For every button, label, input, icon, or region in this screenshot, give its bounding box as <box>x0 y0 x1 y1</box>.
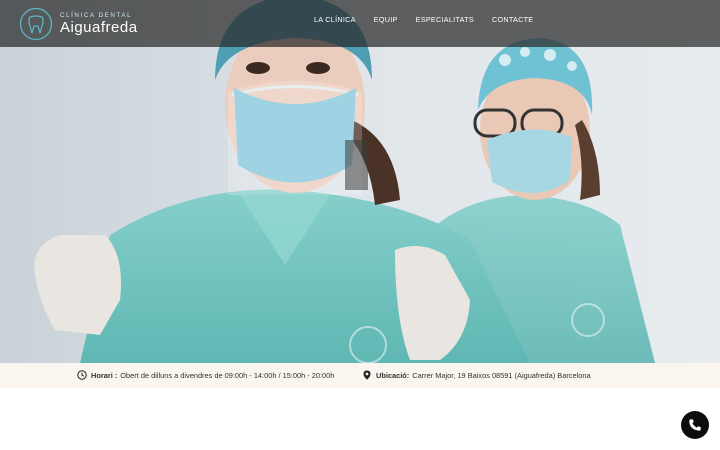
main-nav: LA CLÍNICA EQUIP ESPECIALITATS CONTACTE <box>314 15 551 25</box>
map-pin-icon <box>363 370 371 380</box>
nav-item-equip[interactable]: EQUIP <box>374 15 398 25</box>
nav-item-la-clinica[interactable]: LA CLÍNICA <box>314 15 356 25</box>
phone-icon <box>689 419 701 431</box>
opening-hours: Horari : Obert de dilluns a divendres de… <box>77 370 334 380</box>
hero-image <box>0 0 720 363</box>
location-label: Ubicació: <box>376 370 410 380</box>
hero-illustration <box>0 0 720 363</box>
location-value: Carrer Major, 19 Baixos 08591 (Aiguafred… <box>412 370 591 380</box>
brand-name: Aiguafreda <box>60 19 138 36</box>
call-button[interactable] <box>681 411 709 439</box>
site-header: CLÍNICA DENTAL Aiguafreda LA CLÍNICA EQU… <box>0 0 720 47</box>
hours-value: Obert de dilluns a divendres de 09:00h -… <box>120 370 335 380</box>
logo[interactable]: CLÍNICA DENTAL Aiguafreda <box>19 6 138 42</box>
nav-item-especialitats[interactable]: ESPECIALITATS <box>416 15 474 25</box>
clock-icon <box>77 370 87 380</box>
location: Ubicació: Carrer Major, 19 Baixos 08591 … <box>362 370 591 380</box>
hours-label: Horari : <box>91 370 118 380</box>
info-bar: Horari : Obert de dilluns a divendres de… <box>0 363 720 388</box>
nav-item-contacte[interactable]: CONTACTE <box>492 15 533 25</box>
tooth-logo-icon <box>19 7 53 41</box>
